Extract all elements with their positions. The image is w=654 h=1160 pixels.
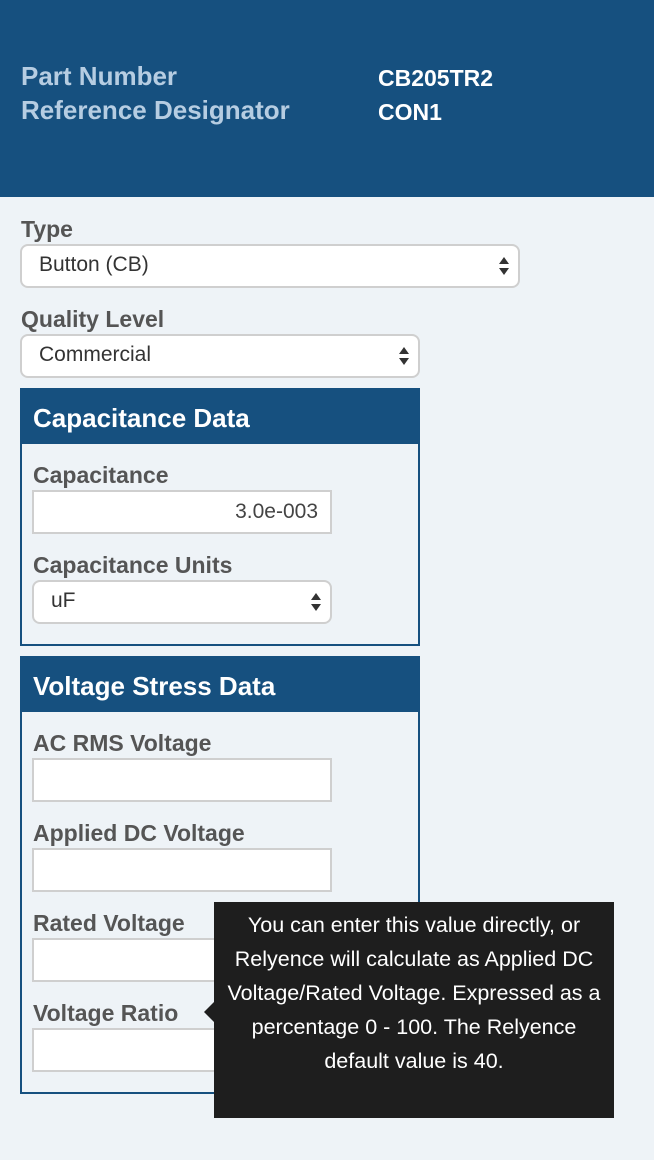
type-label: Type	[21, 216, 73, 242]
tooltip-pointer	[204, 1002, 214, 1022]
ac-rms-voltage-label: AC RMS Voltage	[33, 730, 212, 756]
applied-dc-voltage-input[interactable]	[32, 848, 332, 892]
capacitance-input[interactable]: 3.0e-003	[32, 490, 332, 534]
part-number-value: CB205TR2	[378, 65, 494, 91]
quality-level-label: Quality Level	[21, 306, 165, 332]
capacitance-units-select[interactable]: uF	[32, 580, 332, 624]
up-down-chevron-icon	[399, 347, 409, 365]
voltage-panel-title: Voltage Stress Data	[22, 658, 418, 712]
quality-level-select[interactable]: Commercial	[20, 334, 420, 378]
ref-designator-value: CON1	[378, 99, 442, 125]
up-down-chevron-icon	[311, 593, 321, 611]
part-header: Part Number CB205TR2 Reference Designato…	[0, 0, 654, 197]
capacitance-units-label: Capacitance Units	[33, 552, 233, 578]
type-select-value: Button (CB)	[39, 253, 149, 276]
quality-level-value: Commercial	[39, 343, 152, 366]
capacitance-panel-title: Capacitance Data	[22, 390, 418, 444]
ref-designator-label: Reference Designator	[21, 95, 290, 125]
applied-dc-voltage-label: Applied DC Voltage	[33, 820, 245, 846]
rated-voltage-label: Rated Voltage	[33, 910, 185, 936]
part-number-label: Part Number	[21, 61, 178, 91]
voltage-ratio-tooltip: You can enter this value directly, or Re…	[214, 902, 614, 1118]
type-select[interactable]: Button (CB)	[20, 244, 520, 288]
capacitance-units-value: uF	[51, 589, 76, 612]
capacitance-label: Capacitance	[33, 462, 169, 488]
ac-rms-voltage-input[interactable]	[32, 758, 332, 802]
up-down-chevron-icon	[499, 257, 509, 275]
voltage-ratio-label: Voltage Ratio	[33, 1000, 179, 1026]
